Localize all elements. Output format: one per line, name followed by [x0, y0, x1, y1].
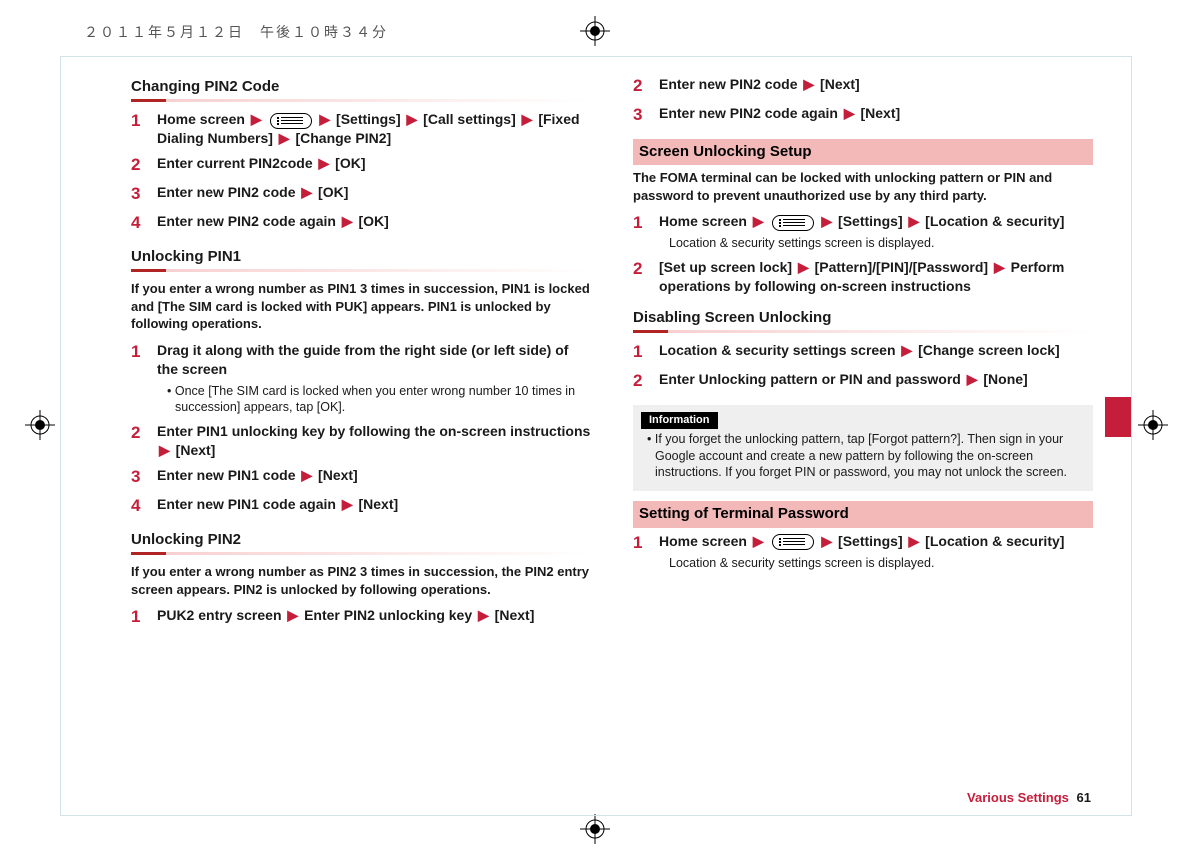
heading-unlocking-pin2: Unlocking PIN2 [131, 530, 591, 550]
step-text: Home screen ▶ ▶ [Settings] ▶ [Location &… [659, 212, 1093, 252]
heading-rule [131, 269, 591, 272]
heading-changing-pin2: Changing PIN2 Code [131, 77, 591, 97]
step-number: 3 [633, 104, 649, 127]
steps-disabling-unlocking: 1 Location & security settings screen ▶ [… [633, 341, 1093, 393]
intro-text: The FOMA terminal can be locked with unl… [633, 169, 1093, 204]
registration-mark-icon [580, 16, 610, 46]
step-text: Home screen ▶ ▶ [Settings] ▶ [Call setti… [157, 110, 591, 148]
step-text: Enter new PIN1 code again ▶ [Next] [157, 495, 591, 518]
section-screen-unlocking: Screen Unlocking Setup [633, 139, 1093, 165]
step-text: Drag it along with the guide from the ri… [157, 341, 591, 417]
step-number: 4 [131, 495, 147, 518]
menu-key-icon [772, 534, 814, 550]
intro-text: If you enter a wrong number as PIN1 3 ti… [131, 280, 591, 333]
step-body-text: Drag it along with the guide from the ri… [157, 342, 568, 377]
left-column: Changing PIN2 Code 1 Home screen ▶ ▶ [Set… [131, 75, 591, 805]
right-column: 2 Enter new PIN2 code ▶ [Next] 3 Enter new… [633, 75, 1093, 805]
step-number: 1 [633, 341, 649, 364]
step-text: Enter new PIN2 code again ▶ [Next] [659, 104, 1093, 127]
step-text: [Set up screen lock] ▶ [Pattern]/[PIN]/[… [659, 258, 1093, 296]
step-subnote: • Once [The SIM card is locked when you … [157, 383, 591, 417]
footer-page-number: 61 [1077, 790, 1091, 805]
registration-mark-icon [580, 814, 610, 844]
step-text: Enter new PIN2 code again ▶ [OK] [157, 212, 591, 235]
steps-unlocking-pin1: 1 Drag it along with the guide from the r… [131, 341, 591, 518]
step-text: Location & security settings screen ▶ [C… [659, 341, 1093, 364]
step-text: Enter current PIN2code ▶ [OK] [157, 154, 591, 177]
step-text: Enter new PIN1 code ▶ [Next] [157, 466, 591, 489]
step-number: 1 [131, 341, 147, 417]
menu-key-icon [772, 215, 814, 231]
step-number: 3 [131, 183, 147, 206]
step-number: 2 [131, 422, 147, 460]
intro-text: If you enter a wrong number as PIN2 3 ti… [131, 563, 591, 598]
page-frame: Changing PIN2 Code 1Home screen ▶ ▶ [Set… [60, 56, 1132, 816]
steps-terminal-password: 1Home screen ▶ ▶ [Settings] ▶ [Location … [633, 532, 1093, 572]
heading-unlocking-pin1: Unlocking PIN1 [131, 247, 591, 267]
heading-rule [633, 330, 1093, 333]
information-label: Information [641, 412, 718, 429]
step-number: 1 [633, 212, 649, 252]
step-number: 3 [131, 466, 147, 489]
registration-mark-icon [25, 410, 55, 440]
steps-changing-pin2: 1 Home screen ▶ ▶ [Settings] ▶ [Call sett… [131, 110, 591, 235]
step-subnote: Location & security settings screen is d… [659, 555, 1093, 572]
page-footer: Various Settings 61 [967, 789, 1091, 807]
step-text: Home screen ▶ ▶ [Settings] ▶ [Location &… [659, 532, 1093, 572]
heading-rule [131, 552, 591, 555]
step-number: 1 [131, 606, 147, 629]
registration-mark-icon [1138, 410, 1168, 440]
step-subnote: Location & security settings screen is d… [659, 235, 1093, 252]
step-text: PUK2 entry screen ▶ Enter PIN2 unlocking… [157, 606, 591, 629]
step-text: Enter Unlocking pattern or PIN and passw… [659, 370, 1093, 393]
heading-rule [131, 99, 591, 102]
section-terminal-password: Setting of Terminal Password [633, 501, 1093, 527]
step-number: 2 [633, 370, 649, 393]
step-number: 4 [131, 212, 147, 235]
step-text: Enter new PIN2 code ▶ [Next] [659, 75, 1093, 98]
footer-section: Various Settings [967, 790, 1069, 805]
page-edge-tab [1105, 397, 1131, 437]
header-timestamp: ２０１１年５月１２日 午後１０時３４分 [84, 22, 388, 42]
steps-screen-unlocking: 1Home screen ▶ ▶ [Settings] ▶ [Location … [633, 212, 1093, 296]
menu-key-icon [270, 113, 312, 129]
information-body: • If you forget the unlocking pattern, t… [641, 431, 1085, 482]
steps-unlocking-pin2-cont: 2 Enter new PIN2 code ▶ [Next] 3 Enter new… [633, 75, 1093, 127]
steps-unlocking-pin2: 1 PUK2 entry screen ▶ Enter PIN2 unlockin… [131, 606, 591, 629]
information-box: Information • If you forget the unlockin… [633, 405, 1093, 491]
heading-disabling-unlocking: Disabling Screen Unlocking [633, 308, 1093, 328]
step-text: Enter PIN1 unlocking key by following th… [157, 422, 591, 460]
step-text: Enter new PIN2 code ▶ [OK] [157, 183, 591, 206]
step-number: 2 [633, 75, 649, 98]
step-number: 2 [131, 154, 147, 177]
step-number: 2 [633, 258, 649, 296]
step-number: 1 [131, 110, 147, 148]
step-number: 1 [633, 532, 649, 572]
